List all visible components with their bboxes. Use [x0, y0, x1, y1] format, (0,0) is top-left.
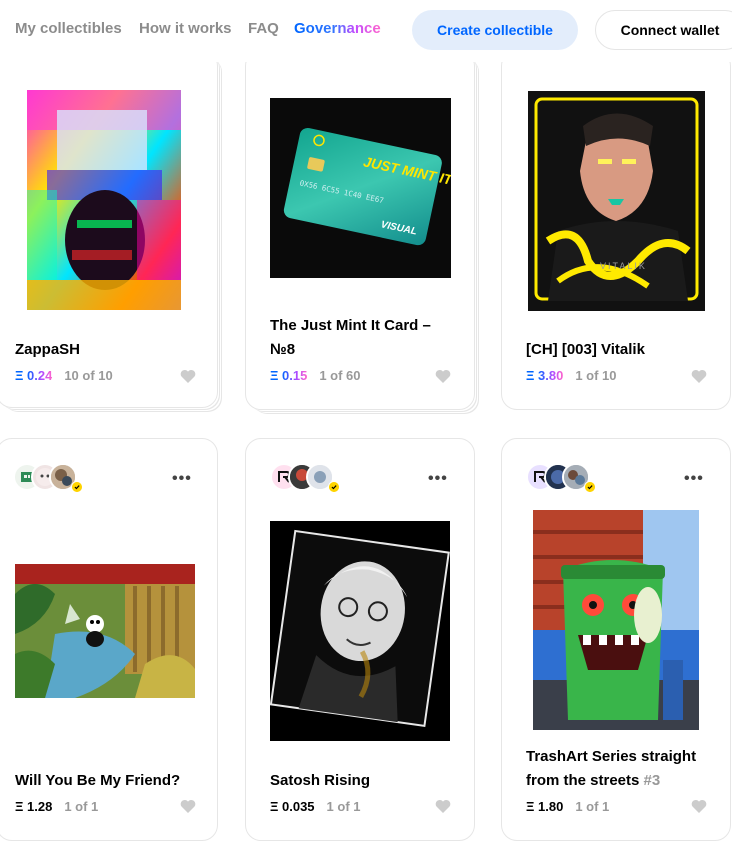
- svg-text:VITALIK: VITALIK: [600, 261, 647, 271]
- price-row: Ξ 3.80 1 of 10: [526, 368, 617, 383]
- price: Ξ 0.15: [270, 368, 308, 383]
- collectible-image[interactable]: [15, 564, 195, 698]
- more-dots-icon[interactable]: •••: [172, 471, 192, 487]
- heart-icon[interactable]: [435, 369, 451, 383]
- price: Ξ 1.28: [15, 799, 53, 814]
- price-row: Ξ 0.24 10 of 10: [15, 368, 113, 383]
- edition-count: 10 of 10: [64, 368, 113, 383]
- collectible-card-zappash[interactable]: ZappaSH Ξ 0.24 10 of 10: [0, 50, 218, 408]
- collectible-image[interactable]: [270, 521, 450, 741]
- collectible-image[interactable]: [533, 510, 699, 730]
- collectible-title[interactable]: ZappaSH: [15, 338, 205, 362]
- heart-icon[interactable]: [180, 369, 196, 383]
- price-row: Ξ 1.28 1 of 1: [15, 799, 98, 814]
- top-nav: My collectibles How it works FAQ Governa…: [0, 0, 732, 62]
- edition-count: 1 of 1: [64, 799, 99, 814]
- heart-icon[interactable]: [180, 799, 196, 813]
- price: Ξ 0.24: [15, 368, 53, 383]
- collectible-title[interactable]: Satosh Rising: [270, 769, 460, 793]
- nav-how-it-works[interactable]: How it works: [139, 20, 232, 37]
- edition-count: 1 of 1: [326, 799, 361, 814]
- more-dots-icon[interactable]: •••: [684, 471, 704, 487]
- collectibles-grid: ZappaSH Ξ 0.24 10 of 10 JUST MINT IT 0X5…: [0, 0, 732, 845]
- collectible-image[interactable]: JUST MINT IT 0X56 6C55 1C40 EE67 VISUAL: [270, 98, 451, 278]
- price-row: Ξ 0.035 1 of 1: [270, 799, 361, 814]
- collectible-card-just-mint-it[interactable]: JUST MINT IT 0X56 6C55 1C40 EE67 VISUAL …: [245, 50, 475, 410]
- heart-icon[interactable]: [691, 799, 707, 813]
- collectible-title[interactable]: Will You Be My Friend?: [15, 769, 205, 793]
- price: Ξ 1.80: [526, 799, 564, 814]
- heart-icon[interactable]: [435, 799, 451, 813]
- edition-count: 1 of 10: [575, 368, 617, 383]
- more-dots-icon[interactable]: •••: [428, 471, 448, 487]
- price-row: Ξ 0.15 1 of 60: [270, 368, 361, 383]
- price: Ξ 0.035: [270, 799, 315, 814]
- collectible-title[interactable]: [CH] [003] Vitalik: [526, 338, 721, 362]
- nav-governance[interactable]: Governance: [294, 20, 381, 37]
- edition-count: 1 of 60: [319, 368, 361, 383]
- creator-avatars: [13, 463, 93, 493]
- verified-badge-icon: [584, 481, 596, 493]
- collectible-image[interactable]: [27, 90, 181, 310]
- collectible-title[interactable]: TrashArt Series straight from the street…: [526, 745, 726, 793]
- collectible-image[interactable]: VITALIK: [528, 91, 705, 311]
- edition-count: 1 of 1: [575, 799, 610, 814]
- create-collectible-button[interactable]: Create collectible: [412, 10, 578, 50]
- price-row: Ξ 1.80 1 of 1: [526, 799, 609, 814]
- nav-my-collectibles[interactable]: My collectibles: [15, 20, 122, 37]
- collectible-card-satosh-rising[interactable]: ••• Satosh Rising Ξ 0.035 1 of 1: [245, 438, 475, 841]
- collectible-card-vitalik[interactable]: VITALIK [CH] [003] Vitalik Ξ 3.80 1 of 1…: [501, 50, 731, 410]
- collectible-card-trashart[interactable]: ••• TrashArt Series straight from the st…: [501, 438, 731, 841]
- heart-icon[interactable]: [691, 369, 707, 383]
- creator-avatars: [270, 463, 350, 493]
- collectible-card-will-you-be-my-friend[interactable]: ••• Will You Be My Friend? Ξ 1.28 1 of 1: [0, 438, 218, 841]
- collectible-title[interactable]: The Just Mint It Card – №8: [270, 314, 460, 362]
- nav-faq[interactable]: FAQ: [248, 20, 279, 37]
- verified-badge-icon: [328, 481, 340, 493]
- connect-wallet-button[interactable]: Connect wallet: [595, 10, 732, 50]
- price: Ξ 3.80: [526, 368, 564, 383]
- verified-badge-icon: [71, 481, 83, 493]
- creator-avatars: [526, 463, 606, 493]
